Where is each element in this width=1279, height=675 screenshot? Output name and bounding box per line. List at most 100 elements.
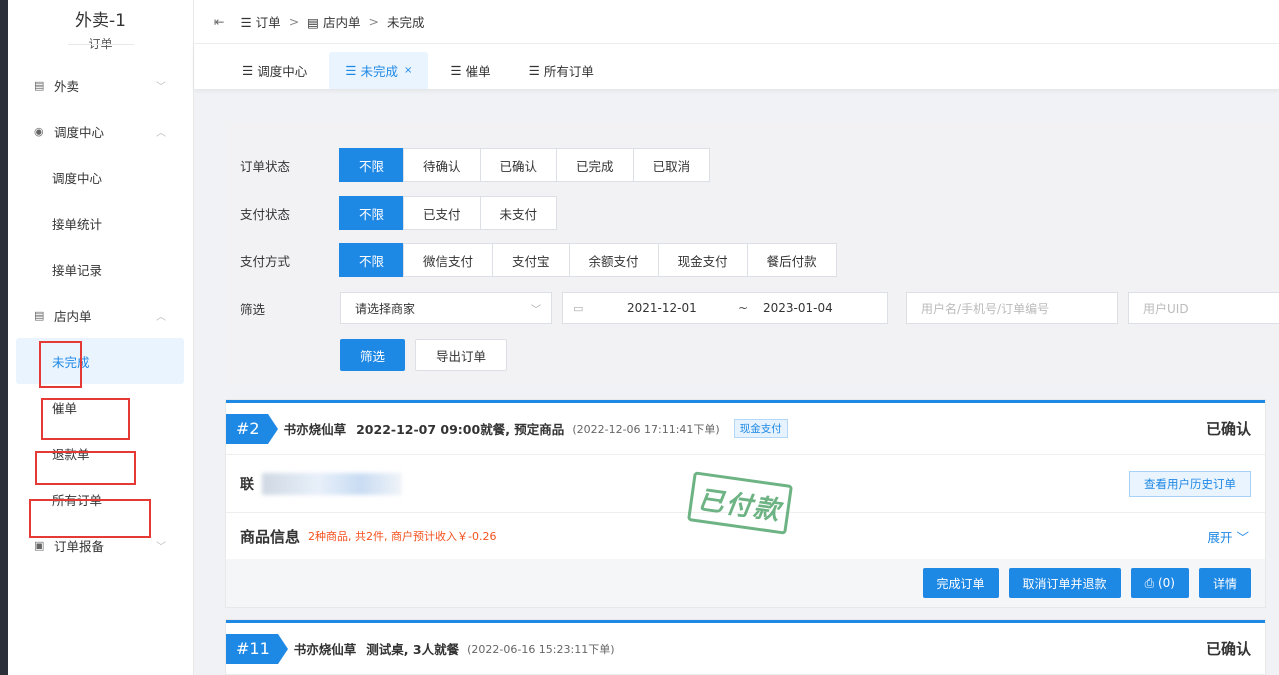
order-status-option[interactable]: 已取消 — [632, 148, 711, 182]
details-button[interactable]: 详情 — [1198, 568, 1251, 598]
close-icon[interactable]: × — [404, 65, 412, 76]
pay-method-option[interactable]: 微信支付 — [403, 243, 494, 277]
location-icon: ◉ — [34, 124, 44, 138]
date-separator: ~ — [737, 301, 749, 315]
order-card: #11 书亦烧仙草 测试桌, 3人就餐 (2022-06-16 15:23:11… — [226, 620, 1265, 675]
app-title: 外卖-1 — [75, 11, 126, 31]
placed-time: (2022-06-16 15:23:11下单) — [467, 642, 615, 656]
report-icon: ▣ — [34, 538, 45, 552]
sidebar-item-dispatch[interactable]: ◉ 调度中心 ︿ — [8, 108, 194, 154]
pay-status-option[interactable]: 不限 — [339, 196, 405, 230]
order-number: #2 — [226, 413, 278, 444]
goods-summary: 2种商品, 共2件, 商户预计收入￥-0.26 — [308, 530, 497, 543]
pay-status-option[interactable]: 已支付 — [403, 196, 481, 230]
tab-all-orders[interactable]: ☰ 所有订单 — [513, 52, 610, 89]
pay-method-option[interactable]: 不限 — [339, 243, 405, 277]
list-icon: ☰ — [240, 15, 256, 30]
divider — [68, 44, 134, 45]
breadcrumb-item[interactable]: ☰ 订单 — [240, 12, 280, 31]
sidebar-item-label: 调度中心 — [52, 170, 103, 186]
brand: 外卖-1 订单 — [8, 0, 193, 51]
sidebar-item-label: 调度中心 — [54, 124, 105, 140]
list-icon: ☰ — [450, 63, 462, 78]
export-orders-button[interactable]: 导出订单 — [415, 339, 508, 371]
pay-method-option[interactable]: 余额支付 — [568, 243, 659, 277]
pay-status-option[interactable]: 未支付 — [479, 196, 558, 230]
breadcrumb-item[interactable]: ▤ 店内单 — [307, 12, 360, 31]
tab-dispatch-center[interactable]: ☰ 调度中心 — [226, 52, 323, 89]
search-input[interactable]: 用户名/手机号/订单编号 — [906, 292, 1118, 324]
pay-method-badge: 现金支付 — [733, 419, 788, 438]
window-edge — [0, 0, 8, 675]
top-header: ⇤ ☰ 订单 > ▤ 店内单 > 未完成 — [194, 0, 1279, 44]
sidebar-menu: ▤ 外卖 ﹀ ◉ 调度中心 ︿ 调度中心 接单统计 接单记录 ▤ 店内单 ︿ 未… — [8, 62, 194, 568]
filter-actions-row: 筛选 导出订单 — [240, 339, 508, 371]
breadcrumb-label: 订单 — [255, 15, 281, 30]
goods-title: 商品信息 — [240, 527, 301, 546]
order-status-row: 订单状态 不限 待确认 已确认 已完成 已取消 — [240, 148, 711, 182]
order-time: 测试桌, 3人就餐 — [366, 642, 460, 657]
pay-status-row: 支付状态 不限 已支付 未支付 — [240, 196, 558, 230]
sidebar-item-label: 店内单 — [54, 308, 92, 324]
order-status-option[interactable]: 待确认 — [403, 148, 481, 182]
pay-method-row: 支付方式 不限 微信支付 支付宝 余额支付 现金支付 餐后付款 — [240, 243, 837, 277]
expand-label: 展开 — [1207, 529, 1233, 545]
collapse-sidebar-icon[interactable]: ⇤ — [214, 14, 224, 29]
chevron-up-icon: ︿ — [156, 311, 166, 323]
sidebar-item-takeout[interactable]: ▤ 外卖 ﹀ — [8, 62, 194, 108]
order-header: #2 书亦烧仙草 2022-12-07 09:00就餐, 预定商品 (2022-… — [226, 403, 1265, 455]
tab-reminder[interactable]: ☰ 催单 — [434, 52, 506, 89]
sidebar-item-dine-in[interactable]: ▤ 店内单 ︿ — [8, 292, 194, 338]
tab-bar: ☰ 调度中心 ☰ 未完成 × ☰ 催单 ☰ 所有订单 — [194, 44, 1279, 89]
sidebar-item-dispatch-center[interactable]: 调度中心 — [8, 154, 194, 200]
filter-label: 支付方式 — [240, 253, 291, 269]
sidebar-item-order-stats[interactable]: 接单统计 — [8, 200, 194, 246]
complete-order-button[interactable]: 完成订单 — [922, 568, 999, 598]
sidebar: 外卖-1 订单 ▤ 外卖 ﹀ ◉ 调度中心 ︿ 调度中心 接单统计 接单记录 ▤… — [8, 0, 194, 675]
pay-method-option[interactable]: 餐后付款 — [746, 243, 837, 277]
chevron-up-icon: ︿ — [156, 127, 166, 139]
shop-name: 书亦烧仙草 — [283, 422, 347, 437]
order-actions: 完成订单 取消订单并退款 ⎙ (0) 详情 — [226, 559, 1265, 607]
order-status-option[interactable]: 已完成 — [556, 148, 634, 182]
document-icon: ▤ — [34, 308, 45, 322]
order-number: #11 — [226, 633, 288, 664]
filter-label: 筛选 — [240, 301, 266, 317]
list-icon: ☰ — [528, 63, 540, 78]
screen-row: 筛选 请选择商家 ﹀ ▭ 2021-12-01 ~ 2023-01-04 用户名… — [240, 292, 1279, 324]
pay-status-group: 不限 已支付 未支付 — [339, 196, 558, 230]
shop-name: 书亦烧仙草 — [293, 642, 357, 657]
uid-input[interactable]: 用户UID — [1128, 292, 1279, 324]
filter-button[interactable]: 筛选 — [340, 339, 406, 371]
filter-label: 订单状态 — [240, 158, 291, 174]
placed-time: (2022-12-06 17:11:41下单) — [572, 422, 720, 436]
date-start[interactable]: 2021-12-01 — [613, 301, 723, 315]
cancel-refund-button[interactable]: 取消订单并退款 — [1008, 568, 1121, 598]
highlight-box — [35, 451, 136, 485]
tab-label: 催单 — [465, 64, 491, 79]
order-status-option[interactable]: 不限 — [339, 148, 405, 182]
sidebar-item-order-records[interactable]: 接单记录 — [8, 246, 194, 292]
contact-name: 联 — [240, 476, 254, 493]
pay-method-option[interactable]: 现金支付 — [657, 243, 748, 277]
breadcrumb-item-current: 未完成 — [386, 15, 425, 30]
date-end[interactable]: 2023-01-04 — [763, 301, 873, 315]
view-history-button[interactable]: 查看用户历史订单 — [1129, 470, 1251, 497]
highlight-box — [39, 341, 82, 388]
order-status-option[interactable]: 已确认 — [479, 148, 558, 182]
chevron-down-icon: ﹀ — [1236, 529, 1249, 545]
print-button[interactable]: ⎙ (0) — [1130, 568, 1189, 598]
tab-label: 未完成 — [360, 64, 398, 79]
calendar-icon: ▭ — [573, 301, 584, 315]
order-header: #11 书亦烧仙草 测试桌, 3人就餐 (2022-06-16 15:23:11… — [226, 623, 1265, 675]
merchant-select[interactable]: 请选择商家 ﹀ — [340, 292, 552, 324]
order-status: 已确认 — [1205, 640, 1251, 658]
expand-button[interactable]: 展开 ﹀ — [1207, 527, 1249, 546]
sidebar-item-label: 接单记录 — [52, 262, 103, 278]
pay-method-option[interactable]: 支付宝 — [492, 243, 570, 277]
breadcrumb-separator: > — [368, 14, 379, 29]
order-time: 2022-12-07 09:00就餐, 预定商品 — [356, 422, 565, 437]
tab-incomplete[interactable]: ☰ 未完成 × — [329, 52, 429, 89]
date-range-picker[interactable]: ▭ 2021-12-01 ~ 2023-01-04 — [562, 292, 888, 324]
tab-label: 调度中心 — [257, 64, 308, 79]
